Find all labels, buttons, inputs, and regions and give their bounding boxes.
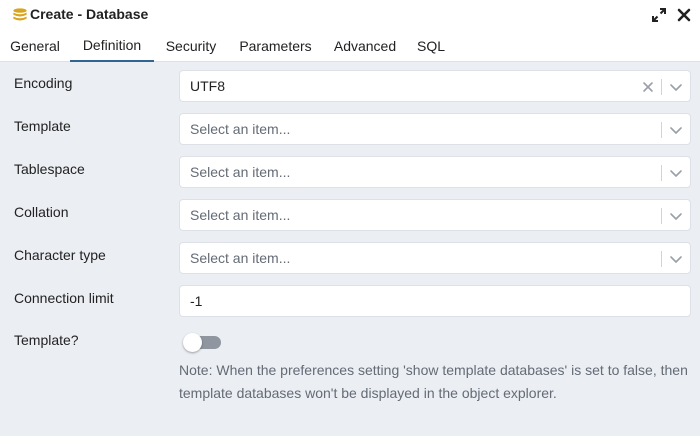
dialog-title: Create - Database xyxy=(30,6,149,22)
select-separator xyxy=(661,122,662,138)
create-database-dialog: Create - Database General Definition Sec… xyxy=(0,0,700,436)
character-type-label: Character type xyxy=(14,247,106,263)
encoding-label: Encoding xyxy=(14,75,73,91)
tab-security[interactable]: Security xyxy=(154,30,228,62)
tab-general[interactable]: General xyxy=(0,30,70,62)
tab-advanced[interactable]: Advanced xyxy=(323,30,407,62)
tab-definition[interactable]: Definition xyxy=(70,30,154,62)
tab-sql[interactable]: SQL xyxy=(407,30,455,62)
select-separator xyxy=(661,79,662,95)
template-placeholder: Select an item... xyxy=(190,121,291,137)
close-icon[interactable] xyxy=(677,7,691,23)
tab-bar: General Definition Security Parameters A… xyxy=(0,30,700,62)
template-label: Template xyxy=(14,118,71,134)
encoding-select[interactable]: UTF8 xyxy=(179,70,691,102)
title-bar: Create - Database xyxy=(0,0,700,30)
tablespace-label: Tablespace xyxy=(14,161,85,177)
select-separator xyxy=(661,165,662,181)
clear-icon[interactable] xyxy=(641,80,655,94)
template-select[interactable]: Select an item... xyxy=(179,113,691,145)
collation-placeholder: Select an item... xyxy=(190,207,291,223)
expand-icon[interactable] xyxy=(651,7,667,23)
select-separator xyxy=(661,208,662,224)
tablespace-placeholder: Select an item... xyxy=(190,164,291,180)
chevron-down-icon[interactable] xyxy=(669,80,683,94)
character-type-placeholder: Select an item... xyxy=(190,250,291,266)
chevron-down-icon[interactable] xyxy=(669,123,683,137)
template-note: Note: When the preferences setting 'show… xyxy=(179,362,688,401)
connection-limit-input[interactable] xyxy=(179,285,691,317)
collation-label: Collation xyxy=(14,204,69,220)
collation-select[interactable]: Select an item... xyxy=(179,199,691,231)
tablespace-select[interactable]: Select an item... xyxy=(179,156,691,188)
is-template-label: Template? xyxy=(14,332,79,348)
chevron-down-icon[interactable] xyxy=(669,252,683,266)
connection-limit-label: Connection limit xyxy=(14,290,114,306)
toggle-knob xyxy=(183,333,202,352)
tab-parameters[interactable]: Parameters xyxy=(228,30,323,62)
encoding-value: UTF8 xyxy=(190,78,225,94)
database-icon xyxy=(13,8,27,21)
is-template-toggle[interactable] xyxy=(183,333,221,352)
chevron-down-icon[interactable] xyxy=(669,209,683,223)
chevron-down-icon[interactable] xyxy=(669,166,683,180)
character-type-select[interactable]: Select an item... xyxy=(179,242,691,274)
select-separator xyxy=(661,251,662,267)
